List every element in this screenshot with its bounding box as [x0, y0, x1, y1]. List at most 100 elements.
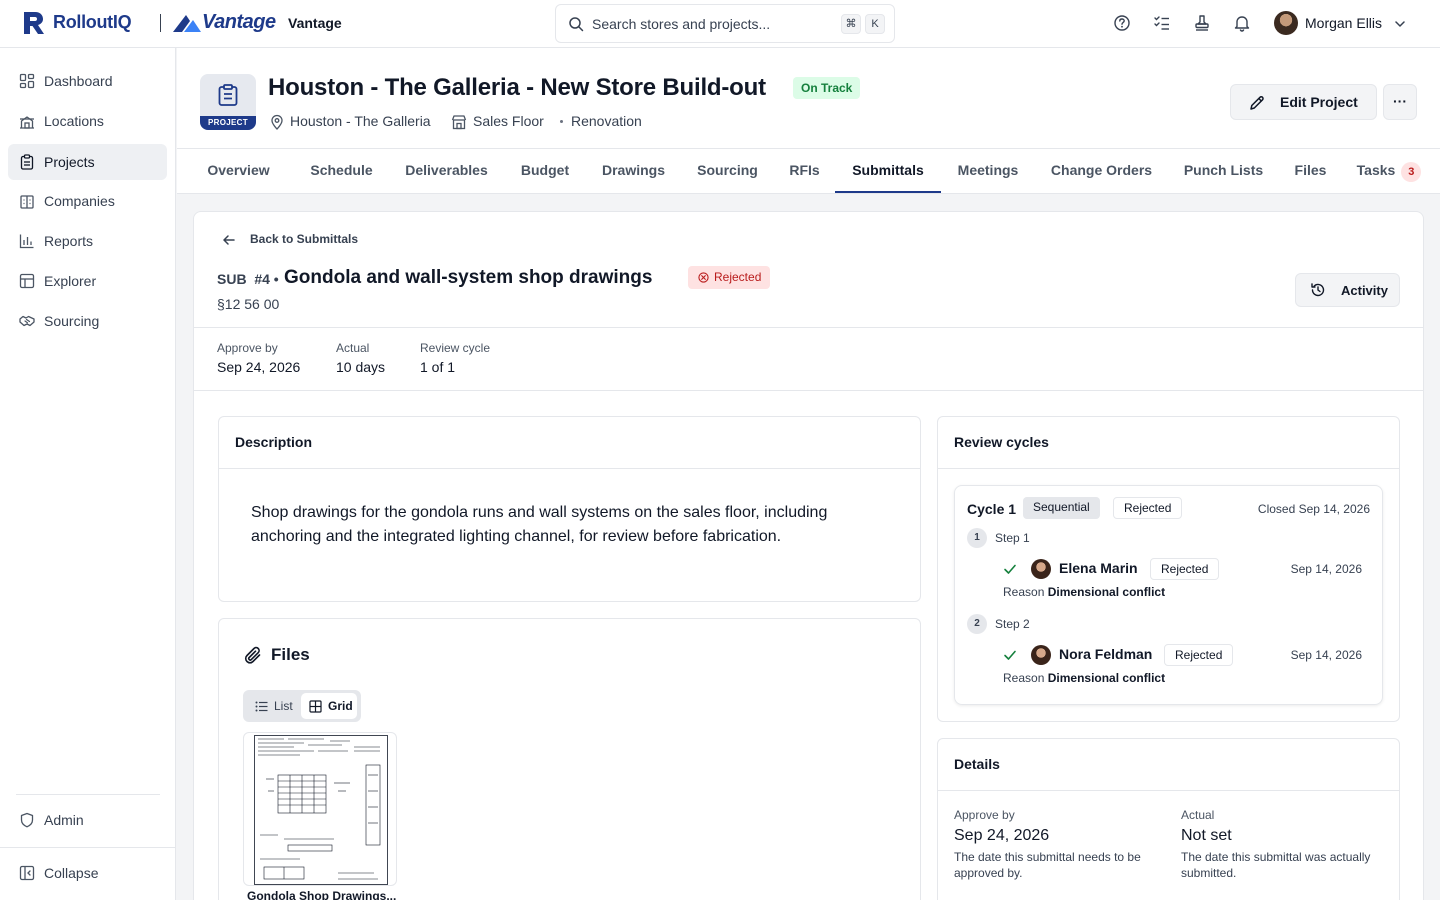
detail-approve-by-label: Approve by: [954, 808, 1015, 822]
step-number: 2: [967, 614, 987, 634]
list-view-label: List: [274, 699, 293, 713]
description-panel: Description Shop drawings for the gondol…: [218, 416, 921, 602]
detail-approve-by-value[interactable]: Sep 24, 2026: [954, 827, 1049, 845]
stamp-icon[interactable]: [1193, 14, 1211, 32]
logo-divider: [160, 14, 161, 32]
tab-sourcing[interactable]: Sourcing: [681, 149, 774, 193]
chevron-down-icon[interactable]: [1393, 17, 1407, 31]
cycle-name: Cycle 1: [967, 501, 1017, 517]
project-location[interactable]: Houston - The Galleria: [290, 113, 431, 129]
tasks-count-badge: 3: [1401, 162, 1422, 182]
building-icon: [20, 116, 34, 129]
project-area: Sales Floor: [473, 113, 544, 129]
table-icon: [19, 273, 35, 289]
tab-label: Sourcing: [697, 162, 758, 178]
bar-chart-icon: [19, 234, 34, 249]
sidebar-item-admin[interactable]: Admin: [8, 802, 167, 838]
grid-view-button[interactable]: Grid: [301, 693, 357, 719]
dashboard-icon: [19, 73, 35, 89]
user-name[interactable]: Morgan Ellis: [1305, 15, 1382, 31]
reviewer-avatar: [1031, 559, 1051, 579]
client-name[interactable]: Vantage: [288, 15, 342, 31]
list-icon: [255, 701, 268, 712]
submittal-status-text: Rejected: [714, 270, 762, 284]
stat-review-cycle-label: Review cycle: [420, 341, 491, 355]
search-placeholder[interactable]: Search stores and projects...: [592, 16, 770, 32]
map-pin-icon: [271, 114, 283, 130]
file-thumbnail[interactable]: [243, 732, 397, 886]
rejection-reason: Reason Dimensional conflict: [1003, 585, 1165, 599]
tab-label: Tasks: [1356, 162, 1396, 178]
app-name[interactable]: RolloutIQ: [53, 12, 132, 33]
tab-deliverables[interactable]: Deliverables: [389, 149, 504, 193]
more-options-button[interactable]: ···: [1383, 84, 1417, 120]
tab-label: Change Orders: [1050, 162, 1153, 178]
search-box[interactable]: Search stores and projects... ⌘ K: [555, 4, 895, 43]
top-bar: RolloutIQ Vantage Vantage Search stores …: [0, 0, 1440, 48]
reason-label: Reason: [1003, 671, 1045, 685]
sidebar-item-label: Dashboard: [44, 73, 113, 89]
sidebar-item-label: Companies: [44, 193, 115, 209]
cycle-status-tag: Rejected: [1113, 497, 1183, 519]
project-icon: PROJECT: [200, 74, 256, 130]
review-date: Sep 14, 2026: [1290, 648, 1362, 662]
stat-approve-by-label: Approve by: [217, 341, 278, 355]
rolloutiq-logo-icon[interactable]: [22, 10, 46, 36]
drawing-preview-icon: [254, 735, 388, 885]
sidebar-item-companies[interactable]: Companies: [8, 183, 167, 219]
sidebar-item-sourcing[interactable]: Sourcing: [8, 303, 167, 339]
back-link-label: Back to Submittals: [250, 232, 359, 246]
user-avatar[interactable]: [1274, 11, 1298, 35]
tab-change-orders[interactable]: Change Orders: [1035, 149, 1168, 193]
review-cycles-panel: Review cycles Cycle 1 Sequential Rejecte…: [937, 416, 1400, 722]
files-panel: Files List Grid Gondola Shop Drawings...: [218, 618, 921, 900]
help-icon[interactable]: [1113, 14, 1131, 32]
tab-tasks[interactable]: Tasks 3: [1342, 149, 1436, 193]
submittal-detail: Back to Submittals SUB #4 • Gondola and …: [193, 211, 1424, 900]
grid-view-label: Grid: [328, 699, 353, 713]
reviewer-name: Nora Feldman: [1059, 646, 1153, 662]
task-list-icon[interactable]: [1153, 14, 1171, 32]
x-circle-icon: [698, 272, 709, 283]
sidebar-collapse-button[interactable]: Collapse: [8, 855, 167, 891]
tab-label: Meetings: [957, 162, 1019, 178]
tab-drawings[interactable]: Drawings: [586, 149, 681, 193]
sidebar-item-label: Explorer: [44, 273, 97, 289]
stat-review-cycle-value: 1 of 1: [420, 359, 456, 375]
shortcut-mod-key: ⌘: [841, 14, 861, 34]
reviewer-avatar: [1031, 645, 1051, 665]
sidebar-item-explorer[interactable]: Explorer: [8, 263, 167, 299]
tab-schedule[interactable]: Schedule: [295, 149, 388, 193]
sidebar-item-label: Collapse: [44, 865, 99, 881]
list-view-button[interactable]: List: [247, 693, 301, 719]
detail-actual-value[interactable]: Not set: [1181, 827, 1232, 845]
detail-approve-by-help: The date this submittal needs to be appr…: [954, 850, 1141, 880]
companies-icon: [20, 195, 34, 209]
tab-overview[interactable]: Overview: [200, 149, 277, 193]
tab-rfis[interactable]: RFIs: [774, 149, 835, 193]
edit-project-button[interactable]: Edit Project: [1230, 84, 1377, 120]
step-number: 1: [967, 528, 987, 548]
sidebar-item-projects[interactable]: Projects: [8, 144, 167, 180]
stat-actual-label: Actual: [336, 341, 370, 355]
page-title: Houston - The Galleria - New Store Build…: [268, 74, 766, 101]
cycle-closed-date: Closed Sep 14, 2026: [1257, 502, 1370, 516]
arrow-left-icon: [223, 235, 235, 245]
check-icon: [1004, 650, 1016, 660]
activity-button[interactable]: Activity: [1295, 273, 1400, 307]
sidebar-item-locations[interactable]: Locations: [8, 103, 167, 139]
tab-budget[interactable]: Budget: [504, 149, 586, 193]
check-icon: [1004, 564, 1016, 574]
tab-label: Budget: [520, 162, 570, 178]
tab-files[interactable]: Files: [1279, 149, 1342, 193]
bell-icon[interactable]: [1233, 14, 1251, 32]
reviewer-status-tag: Rejected: [1164, 644, 1234, 666]
tab-submittals[interactable]: Submittals: [835, 149, 941, 193]
tab-punch-lists[interactable]: Punch Lists: [1168, 149, 1279, 193]
sidebar-item-label: Sourcing: [44, 313, 100, 329]
tab-meetings[interactable]: Meetings: [941, 149, 1035, 193]
sidebar-item-dashboard[interactable]: Dashboard: [8, 63, 167, 99]
sidebar-item-reports[interactable]: Reports: [8, 223, 167, 259]
project-tabs: Overview Schedule Deliverables Budget Dr…: [177, 149, 1440, 194]
file-name[interactable]: Gondola Shop Drawings...: [247, 889, 396, 900]
